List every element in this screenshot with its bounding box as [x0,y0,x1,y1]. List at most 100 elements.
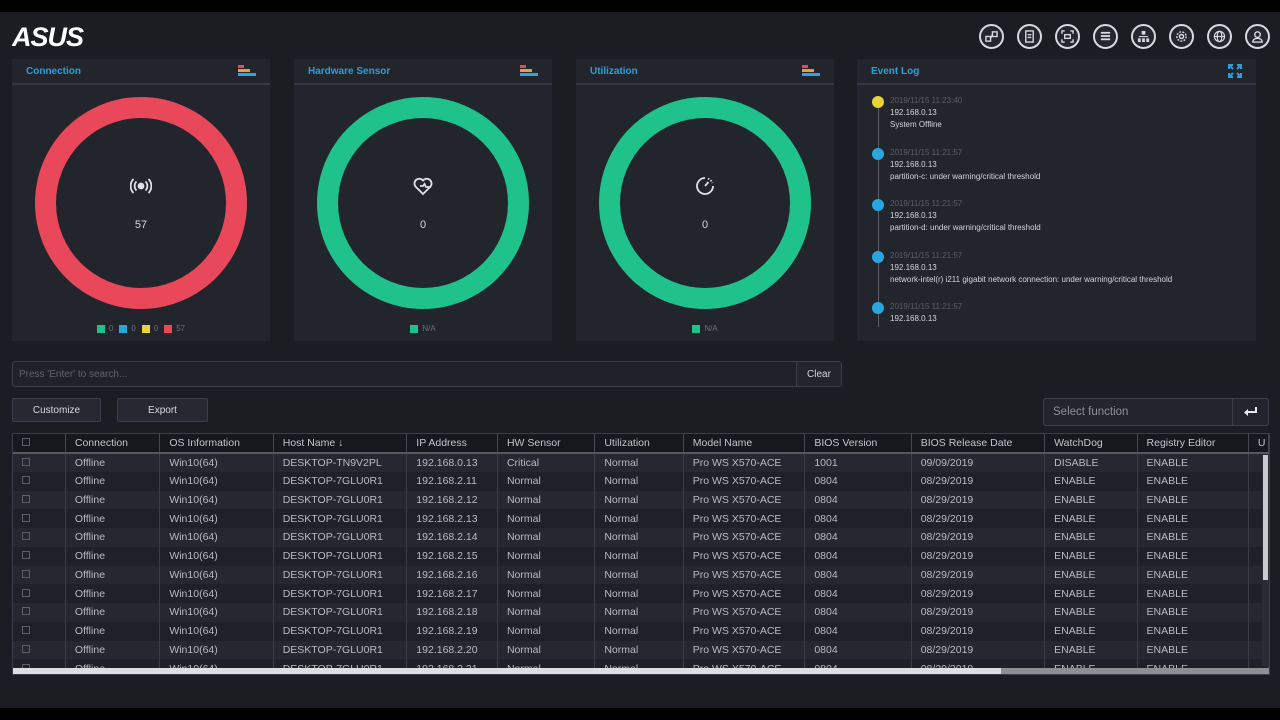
column-header[interactable]: Utilization [594,434,684,454]
legend-swatch [141,324,150,333]
event-log-entry[interactable]: 2019/11/15 11:21:57 192.168.0.13 partition… [871,198,1246,250]
row-select-cell[interactable] [13,453,66,472]
column-header[interactable]: HW Sensor [497,434,596,454]
network-topology-icon[interactable] [1131,24,1156,49]
server-list-icon[interactable] [1093,24,1118,49]
legend-toggle-icon[interactable] [802,65,820,77]
legend-toggle-icon[interactable] [238,65,256,77]
scan-icon[interactable] [1055,24,1080,49]
table-row[interactable]: OfflineWin10(64)DESKTOP-7GLU0R1192.168.2… [13,603,1269,622]
select-all-header[interactable] [13,434,66,454]
event-time: 2019/11/15 11:21:57 [890,250,963,260]
table-row[interactable]: OfflineWin10(64)DESKTOP-7GLU0R1192.168.2… [13,546,1269,566]
link-icon[interactable] [979,24,1004,49]
vertical-scroll-thumb[interactable] [1263,455,1268,580]
table-cell: 09/09/2019 [911,453,1046,472]
event-log-entry[interactable]: 2019/11/15 11:21:57 192.168.0.13 [871,301,1246,327]
table-row[interactable]: OfflineWin10(64)DESKTOP-7GLU0R1192.168.2… [13,528,1269,547]
event-message: partition-d: under warning/critical thre… [890,223,1041,232]
column-header[interactable]: BIOS Version [804,434,912,454]
table-cell: ENABLE [1044,490,1138,510]
row-checkbox[interactable] [22,457,30,466]
search-bar: Clear [12,361,842,387]
row-checkbox[interactable] [22,532,30,541]
column-header[interactable]: Host Name ↓ [273,434,408,454]
row-checkbox[interactable] [22,588,30,597]
table-row[interactable]: OfflineWin10(64)DESKTOP-7GLU0R1192.168.2… [13,621,1269,641]
utilization-panel: Utilization 0 N/A [576,59,834,341]
column-header[interactable]: Model Name [683,434,806,454]
table-cell: 192.168.2.19 [406,621,498,641]
legend-item-info[interactable]: 0 [119,324,136,333]
select-all-checkbox[interactable] [22,438,30,446]
function-select-placeholder[interactable]: Select function [1044,406,1232,418]
row-checkbox[interactable] [22,644,30,653]
vertical-scrollbar[interactable] [1262,455,1269,666]
row-select-cell[interactable] [13,584,66,603]
clear-button[interactable]: Clear [796,362,841,386]
legend-value: 57 [176,324,186,333]
legend-item-online[interactable]: 0 [96,324,113,333]
row-checkbox[interactable] [22,626,30,635]
row-checkbox[interactable] [22,494,30,503]
table-cell: Pro WS X570-ACE [683,584,806,603]
table-cell: ENABLE [1137,640,1249,660]
customize-button[interactable]: Customize [12,398,101,422]
table-row[interactable]: OfflineWin10(64)DESKTOP-7GLU0R1192.168.2… [13,471,1269,491]
globe-icon[interactable] [1207,24,1232,49]
table-row[interactable]: OfflineWin10(64)DESKTOP-7GLU0R1192.168.2… [13,565,1269,585]
brand-text: ASUS [12,24,84,50]
search-input[interactable] [13,362,796,386]
table-cell: 0804 [804,621,912,641]
column-header[interactable]: IP Address [406,434,498,454]
table-cell: Normal [497,603,596,622]
legend-item-offline[interactable]: 57 [164,324,185,333]
event-timeline[interactable]: 2019/11/15 11:23:40 192.168.0.13 System Of… [871,95,1246,327]
row-select-cell[interactable] [13,490,66,510]
row-select-cell[interactable] [13,565,66,585]
legend-item-na[interactable]: N/A [692,324,718,333]
row-select-cell[interactable] [13,640,66,660]
column-header[interactable]: OS Information [159,434,274,454]
table-row[interactable]: OfflineWin10(64)DESKTOP-7GLU0R1192.168.2… [13,490,1269,510]
column-header[interactable]: Connection [65,434,161,454]
document-icon[interactable] [1017,24,1042,49]
row-select-cell[interactable] [13,471,66,491]
legend-item-na[interactable]: N/A [410,324,436,333]
event-log-entry[interactable]: 2019/11/15 11:21:57 192.168.0.13 network-i… [871,250,1246,302]
row-checkbox[interactable] [22,551,30,560]
settings-gear-icon[interactable] [1169,24,1194,49]
row-select-cell[interactable] [13,621,66,641]
legend-toggle-icon[interactable] [520,65,538,77]
row-checkbox[interactable] [22,476,30,485]
column-header[interactable]: U [1248,434,1269,454]
row-checkbox[interactable] [22,569,30,578]
event-log-entry[interactable]: 2019/11/15 11:21:57 192.168.0.13 partition… [871,147,1246,199]
execute-function-button[interactable] [1232,399,1268,425]
table-cell: 08/29/2019 [911,471,1046,491]
event-log-entry[interactable]: 2019/11/15 11:23:40 192.168.0.13 System Of… [871,95,1246,147]
expand-icon[interactable] [1228,64,1242,78]
column-header[interactable]: WatchDog [1044,434,1138,454]
row-select-cell[interactable] [13,546,66,566]
export-button[interactable]: Export [117,398,208,422]
column-header[interactable]: BIOS Release Date [911,434,1046,454]
row-select-cell[interactable] [13,603,66,622]
table-cell: DISABLE [1044,453,1138,472]
legend-item-warning[interactable]: 0 [141,324,158,333]
table-row[interactable]: OfflineWin10(64)DESKTOP-7GLU0R1192.168.2… [13,509,1269,528]
table-row[interactable]: OfflineWin10(64)DESKTOP-7GLU0R1192.168.2… [13,584,1269,603]
horizontal-scroll-thumb[interactable] [13,668,1001,674]
table-cell: Pro WS X570-ACE [683,546,806,566]
table-row[interactable]: OfflineWin10(64)DESKTOP-7GLU0R1192.168.2… [13,640,1269,660]
table-row[interactable]: Offline Win10(64) DESKTOP-TN9V2PL 192.168.0… [13,453,1269,472]
function-select[interactable]: Select function [1043,398,1269,426]
user-icon[interactable] [1245,24,1270,49]
row-select-cell[interactable] [13,509,66,528]
column-header[interactable]: Registry Editor [1137,434,1249,454]
horizontal-scrollbar[interactable] [13,668,1269,674]
event-status-dot [872,199,884,211]
row-checkbox[interactable] [22,607,30,616]
row-checkbox[interactable] [22,513,30,522]
row-select-cell[interactable] [13,528,66,547]
